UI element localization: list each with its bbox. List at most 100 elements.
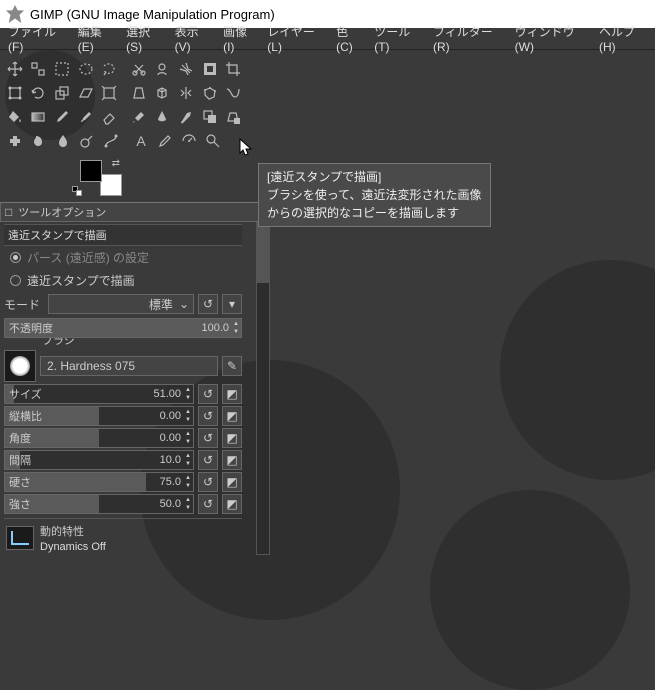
- tool-by-color-select[interactable]: [199, 58, 221, 80]
- size-slider[interactable]: サイズ 51.00 ▲▼: [4, 384, 194, 404]
- tool-text[interactable]: A: [130, 130, 152, 152]
- opacity-spinner[interactable]: ▲▼: [231, 320, 241, 336]
- angle-link-button[interactable]: ◩: [222, 428, 242, 448]
- radio-perspective-adjust[interactable]: [10, 252, 21, 263]
- tool-color-picker[interactable]: [154, 130, 176, 152]
- tool-warp[interactable]: [222, 82, 244, 104]
- tool-free-select[interactable]: [98, 58, 120, 80]
- tool-scale[interactable]: [51, 82, 73, 104]
- tool-perspective-clone[interactable]: [222, 106, 244, 128]
- menu-window[interactable]: ウィンドウ(W): [509, 21, 593, 56]
- menu-select[interactable]: 選択(S): [120, 21, 168, 56]
- angle-reset-button[interactable]: ↺: [198, 428, 218, 448]
- menu-view[interactable]: 表示(V): [169, 21, 217, 56]
- mode-value: 標準: [149, 296, 173, 313]
- tool-path[interactable]: [100, 130, 122, 152]
- menu-help[interactable]: ヘルプ(H): [593, 21, 653, 56]
- tool-blur[interactable]: [52, 130, 74, 152]
- size-link-button[interactable]: ◩: [222, 384, 242, 404]
- brush-edit-button[interactable]: ✎: [222, 356, 242, 376]
- default-colors-icon[interactable]: [72, 186, 82, 196]
- angle-spinner[interactable]: ▲▼: [183, 430, 193, 446]
- spacing-value: 10.0: [160, 454, 183, 466]
- tool-shear[interactable]: [75, 82, 97, 104]
- size-spinner[interactable]: ▲▼: [183, 386, 193, 402]
- tool-measure[interactable]: [178, 130, 200, 152]
- tool-bucket-fill[interactable]: [4, 106, 26, 128]
- options-scrollbar[interactable]: [256, 222, 270, 555]
- tool-flip[interactable]: [175, 82, 197, 104]
- tool-scissors[interactable]: [128, 58, 150, 80]
- tool-move[interactable]: [4, 58, 26, 80]
- tool-zoom[interactable]: [202, 130, 224, 152]
- menu-filter[interactable]: フィルター(R): [427, 21, 509, 56]
- tool-gradient[interactable]: [28, 106, 50, 128]
- tool-smudge[interactable]: [28, 130, 50, 152]
- tool-clone[interactable]: [199, 106, 221, 128]
- aspect-link-button[interactable]: ◩: [222, 406, 242, 426]
- tool-rotate[interactable]: [28, 82, 50, 104]
- dynamics-value: Dynamics Off: [40, 541, 106, 553]
- tool-dodge-burn[interactable]: [76, 130, 98, 152]
- tool-mypaint-brush[interactable]: [175, 106, 197, 128]
- size-label: サイズ: [5, 386, 42, 402]
- mode-menu-button[interactable]: ▾: [222, 294, 242, 314]
- tool-ellipse-select[interactable]: [75, 58, 97, 80]
- aspect-spinner[interactable]: ▲▼: [183, 408, 193, 424]
- force-slider[interactable]: 強さ 50.0 ▲▼: [4, 494, 194, 514]
- tool-handle-transform[interactable]: [98, 82, 120, 104]
- toolbox: A ⇄: [0, 50, 248, 202]
- tool-cage[interactable]: [199, 82, 221, 104]
- tool-fuzzy-select[interactable]: [175, 58, 197, 80]
- angle-slider[interactable]: 角度 0.00 ▲▼: [4, 428, 194, 448]
- hardness-spinner[interactable]: ▲▼: [183, 474, 193, 490]
- menu-layer[interactable]: レイヤー(L): [261, 21, 330, 56]
- tool-pencil[interactable]: [51, 106, 73, 128]
- spacing-slider[interactable]: 間隔 10.0 ▲▼: [4, 450, 194, 470]
- svg-text:A: A: [136, 133, 146, 149]
- hardness-link-button[interactable]: ◩: [222, 472, 242, 492]
- spacing-spinner[interactable]: ▲▼: [183, 452, 193, 468]
- swap-colors-icon[interactable]: ⇄: [112, 158, 120, 169]
- force-reset-button[interactable]: ↺: [198, 494, 218, 514]
- menu-tools[interactable]: ツール(T): [368, 21, 427, 56]
- dynamics-preview[interactable]: [6, 526, 34, 550]
- menu-image[interactable]: 画像(I): [217, 21, 261, 56]
- tool-perspective[interactable]: [128, 82, 150, 104]
- spacing-reset-button[interactable]: ↺: [198, 450, 218, 470]
- force-link-button[interactable]: ◩: [222, 494, 242, 514]
- tool-heal[interactable]: [4, 130, 26, 152]
- tool-crop[interactable]: [222, 58, 244, 80]
- tool-eraser[interactable]: [98, 106, 120, 128]
- size-value: 51.00: [153, 388, 183, 400]
- aspect-reset-button[interactable]: ↺: [198, 406, 218, 426]
- size-reset-button[interactable]: ↺: [198, 384, 218, 404]
- window-title: GIMP (GNU Image Manipulation Program): [30, 7, 275, 22]
- brush-preview[interactable]: [4, 350, 36, 382]
- radio-perspective-clone[interactable]: [10, 275, 21, 286]
- tool-align[interactable]: [28, 58, 50, 80]
- tool-3d-transform[interactable]: [152, 82, 174, 104]
- background-color[interactable]: [100, 174, 122, 196]
- brush-name-field[interactable]: 2. Hardness 075: [40, 356, 218, 376]
- hardness-slider[interactable]: 硬さ 75.0 ▲▼: [4, 472, 194, 492]
- aspect-slider[interactable]: 縦横比 0.00 ▲▼: [4, 406, 194, 426]
- force-spinner[interactable]: ▲▼: [183, 496, 193, 512]
- mode-combo[interactable]: 標準 ⌄: [48, 294, 194, 314]
- tool-airbrush[interactable]: [128, 106, 150, 128]
- tool-ink[interactable]: [152, 106, 174, 128]
- dock-tab-icon[interactable]: □: [1, 205, 12, 219]
- foreground-color[interactable]: [80, 160, 102, 182]
- menu-file[interactable]: ファイル(F): [2, 21, 72, 56]
- menu-edit[interactable]: 編集(E): [72, 21, 120, 56]
- hardness-reset-button[interactable]: ↺: [198, 472, 218, 492]
- tool-unified-transform[interactable]: [4, 82, 26, 104]
- force-value: 50.0: [160, 498, 183, 510]
- menu-color[interactable]: 色(C): [330, 21, 368, 56]
- spacing-link-button[interactable]: ◩: [222, 450, 242, 470]
- mode-swap-button[interactable]: ↺: [198, 294, 218, 314]
- tool-rect-select[interactable]: [51, 58, 73, 80]
- tool-foreground-select[interactable]: [152, 58, 174, 80]
- opacity-slider[interactable]: 不透明度 100.0 ▲▼: [4, 318, 242, 338]
- tool-paintbrush[interactable]: [75, 106, 97, 128]
